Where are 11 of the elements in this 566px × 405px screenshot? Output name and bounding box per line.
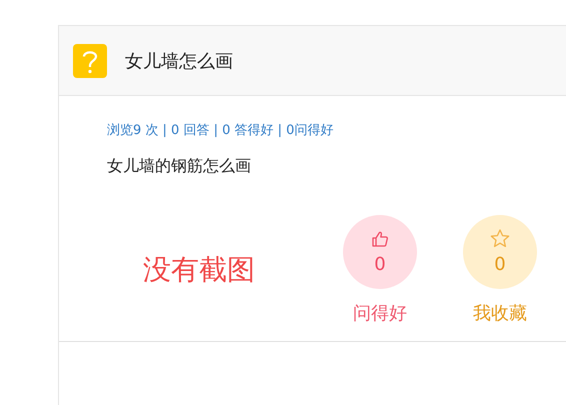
question-title: 女儿墙怎么画 bbox=[125, 50, 233, 72]
action-label: 我收藏 bbox=[473, 302, 527, 325]
question-stats: 浏览9 次 | 0 回答 | 0 答得好 | 0问得好 bbox=[107, 122, 334, 139]
star-icon bbox=[490, 229, 510, 248]
favorite-button[interactable]: 0 bbox=[463, 215, 537, 289]
thumbs-up-icon bbox=[371, 230, 389, 248]
no-screenshot-text: 没有截图 bbox=[143, 252, 256, 288]
question-mark-icon bbox=[73, 44, 107, 78]
question-text: 女儿墙的钢筋怎么画 bbox=[107, 156, 252, 177]
like-button[interactable]: 0 bbox=[343, 215, 417, 289]
action-label: 问得好 bbox=[353, 302, 407, 325]
